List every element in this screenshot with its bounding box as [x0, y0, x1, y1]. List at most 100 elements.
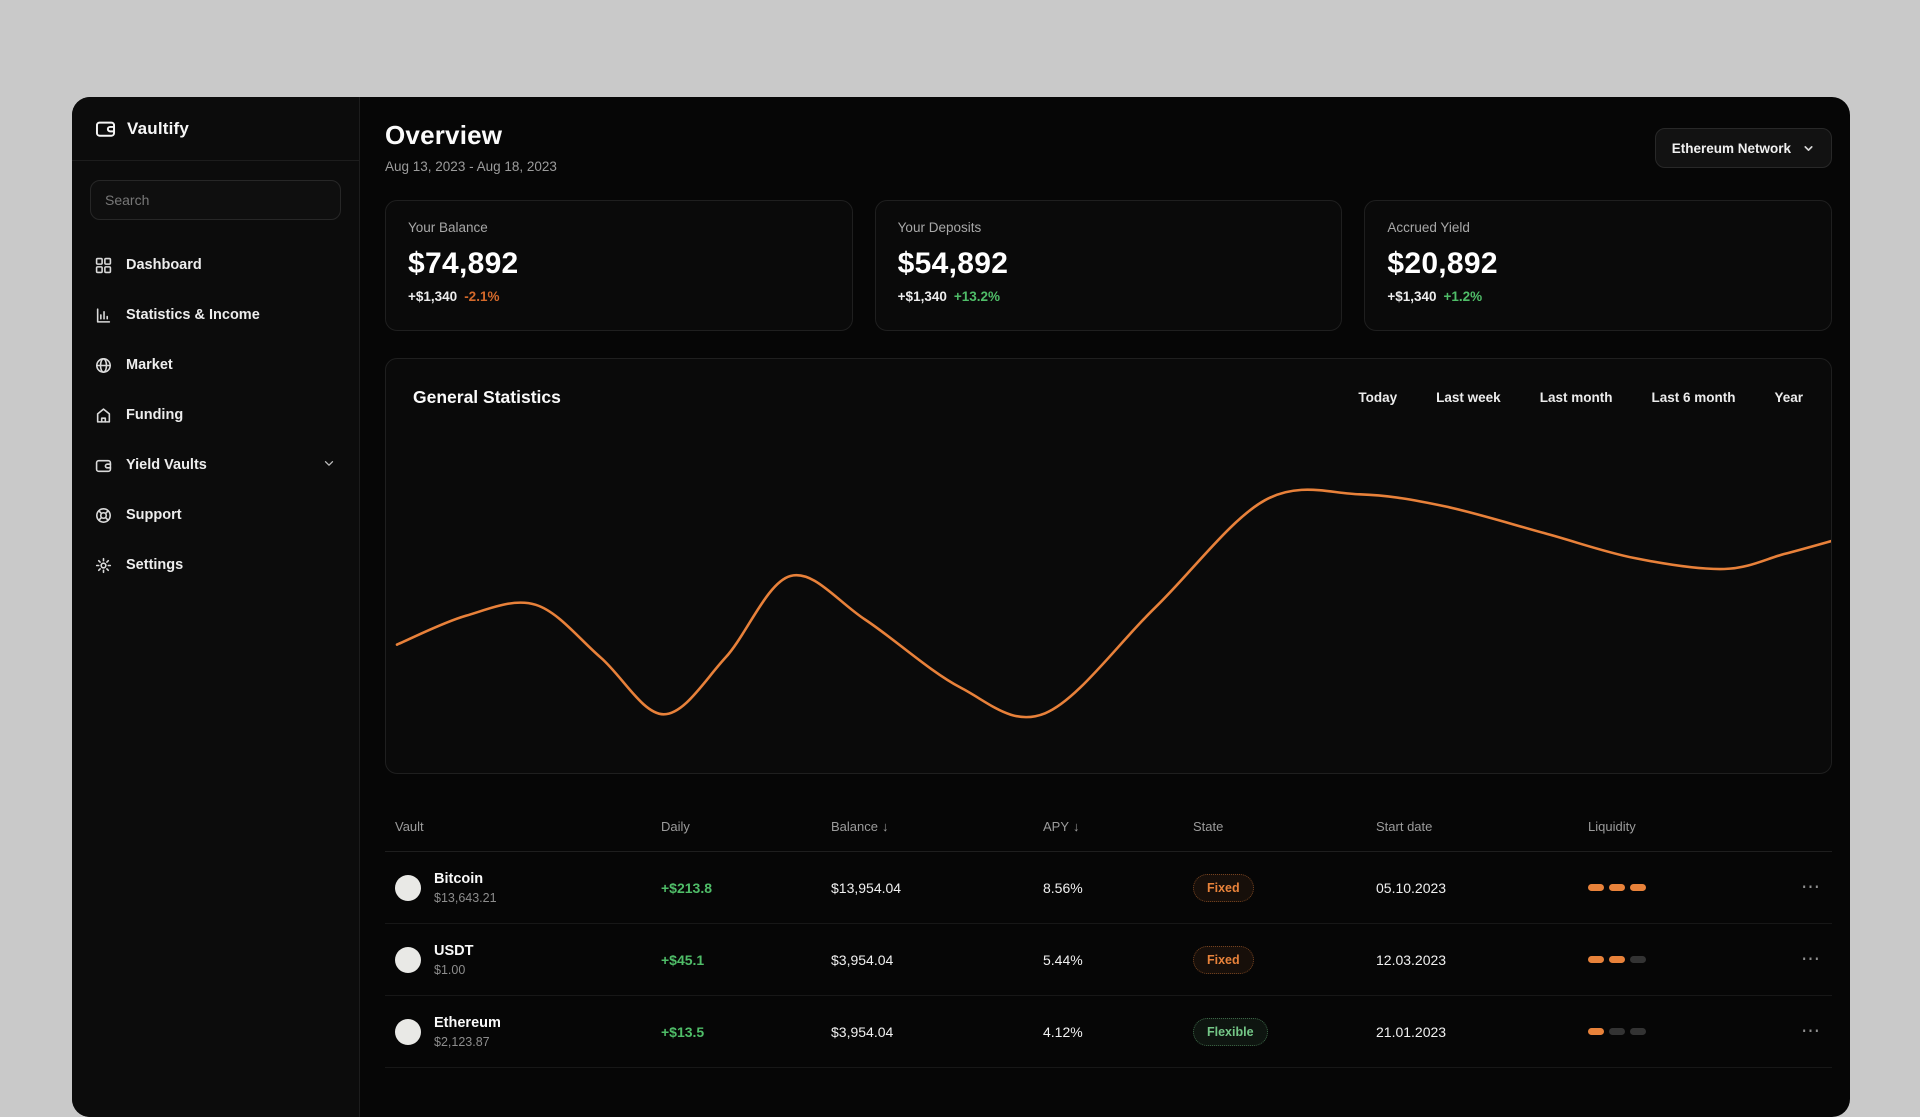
sidebar-item-dashboard[interactable]: Dashboard [90, 240, 341, 290]
row-menu-button[interactable]: ⋯ [1760, 948, 1832, 971]
globe-icon [96, 357, 111, 373]
sidebar: Vaultify Dashboard Statistics & Income [72, 97, 360, 1117]
yield-card: Accrued Yield $20,892 +$1,340 +1.2% [1364, 200, 1833, 331]
page-title: Overview [385, 120, 503, 150]
liquidity-dash [1609, 956, 1625, 963]
general-statistics-panel: General Statistics Today Last week Last … [385, 358, 1832, 774]
liquidity-dash [1630, 956, 1646, 963]
card-label: Accrued Yield [1387, 220, 1470, 235]
table-row-ethereum[interactable]: Ethereum $2,123.87 +$13.5 $3,954.04 4.12… [385, 996, 1832, 1068]
sidebar-item-yield-vaults[interactable]: Yield Vaults [90, 440, 341, 490]
change-percent: +1.2% [1443, 289, 1483, 304]
balance-value: $3,954.04 [831, 1023, 894, 1040]
sidebar-item-settings[interactable]: Settings [90, 540, 341, 590]
vault-price: $13,643.21 [434, 890, 497, 905]
sidebar-item-statistics[interactable]: Statistics & Income [90, 290, 341, 340]
network-selector-button[interactable]: Ethereum Network [1654, 128, 1832, 168]
column-vault: Vault [395, 819, 424, 834]
card-label: Your Balance [408, 220, 488, 235]
app-name: Vaultify [127, 118, 190, 138]
card-value: $74,892 [408, 247, 519, 280]
liquidity-indicator [1588, 956, 1760, 963]
apy-value: 8.56% [1043, 879, 1083, 896]
apy-value: 4.12% [1043, 1023, 1083, 1040]
column-balance-sort[interactable]: Balance ↓ [821, 819, 1033, 834]
wallet-icon [95, 459, 112, 472]
deposits-card: Your Deposits $54,892 +$1,340 +13.2% [874, 200, 1343, 331]
home-icon [96, 407, 111, 423]
coin-avatar [395, 874, 421, 901]
sort-down-icon: ↓ [1073, 819, 1080, 834]
change-amount: +$1,340 [897, 289, 947, 304]
stats-cards: Your Balance $74,892 +$1,340 -2.1% Your D… [385, 200, 1833, 331]
sidebar-item-label: Funding [126, 407, 184, 423]
dashboard-grid-icon [95, 257, 112, 273]
table-row-bitcoin[interactable]: Bitcoin $13,643.21 +$213.8 $13,954.04 8.… [385, 852, 1832, 924]
balance-value: $3,954.04 [831, 951, 894, 968]
start-date: 21.01.2023 [1376, 1023, 1447, 1040]
sidebar-item-label: Support [126, 507, 182, 523]
change-percent: +13.2% [953, 289, 1001, 304]
filter-last-month[interactable]: Last month [1540, 390, 1613, 405]
column-apy-sort[interactable]: APY ↓ [1033, 819, 1183, 834]
sidebar-item-label: Dashboard [126, 257, 202, 273]
sidebar-item-market[interactable]: Market [90, 340, 341, 390]
liquidity-indicator [1588, 884, 1760, 891]
row-menu-button[interactable]: ⋯ [1760, 1020, 1832, 1043]
card-value: $20,892 [1387, 247, 1498, 280]
sort-down-icon: ↓ [881, 819, 889, 834]
gear-icon [95, 557, 112, 573]
search-input[interactable] [90, 180, 341, 220]
sidebar-item-label: Yield Vaults [126, 457, 207, 473]
column-daily: Daily [661, 819, 690, 834]
liquidity-dash [1588, 1028, 1604, 1035]
network-selector-label: Ethereum Network [1671, 140, 1791, 156]
column-state: State [1193, 819, 1224, 834]
table-row-usdt[interactable]: USDT $1.00 +$45.1 $3,954.04 5.44% Fixed … [385, 924, 1832, 996]
table-header: Vault Daily Balance ↓ APY ↓ State Start da… [385, 802, 1832, 852]
apy-value: 5.44% [1043, 951, 1083, 968]
line-chart [395, 488, 1831, 719]
sidebar-item-funding[interactable]: Funding [90, 390, 341, 440]
change-percent: -2.1% [464, 289, 500, 304]
sidebar-item-label: Statistics & Income [126, 307, 260, 323]
state-badge: Flexible [1193, 1017, 1268, 1046]
vault-price: $2,123.87 [434, 1034, 490, 1049]
column-start-date: Start date [1376, 819, 1433, 834]
liquidity-indicator [1588, 1028, 1760, 1035]
coin-avatar [395, 946, 421, 973]
filter-year[interactable]: Year [1774, 390, 1803, 405]
state-badge: Fixed [1193, 873, 1254, 902]
date-range: Aug 13, 2023 - Aug 18, 2023 [385, 159, 557, 174]
change-amount: +$1,340 [1387, 289, 1437, 304]
vault-price: $1.00 [434, 962, 466, 977]
change-amount: +$1,340 [408, 289, 458, 304]
sidebar-item-support[interactable]: Support [90, 490, 341, 540]
liquidity-dash [1630, 1028, 1646, 1035]
row-menu-button[interactable]: ⋯ [1760, 876, 1832, 899]
column-liquidity: Liquidity [1588, 819, 1636, 834]
daily-change: +$45.1 [661, 951, 705, 968]
filter-last-6-month[interactable]: Last 6 month [1651, 390, 1735, 405]
vault-name: USDT [434, 942, 474, 959]
main-content: Overview Aug 13, 2023 - Aug 18, 2023 Eth… [360, 97, 1850, 1117]
filter-last-week[interactable]: Last week [1436, 390, 1501, 405]
daily-change: +$13.5 [661, 1023, 705, 1040]
sidebar-item-label: Settings [126, 557, 184, 573]
filter-today[interactable]: Today [1358, 390, 1397, 405]
sidebar-item-label: Market [126, 357, 173, 373]
vault-name: Ethereum [434, 1014, 501, 1031]
chart-time-filters: Today Last week Last month Last 6 month … [1358, 390, 1803, 405]
balance-value: $13,954.04 [831, 879, 902, 896]
wallet-logo-icon [95, 121, 116, 137]
sidebar-nav: Dashboard Statistics & Income Market Fun… [72, 228, 359, 602]
daily-change: +$213.8 [661, 879, 712, 896]
start-date: 05.10.2023 [1376, 879, 1447, 896]
card-label: Your Deposits [897, 220, 982, 235]
chevron-down-icon[interactable] [322, 456, 336, 474]
liquidity-dash [1609, 1028, 1625, 1035]
balance-card: Your Balance $74,892 +$1,340 -2.1% [385, 200, 853, 331]
vaults-table: Vault Daily Balance ↓ APY ↓ State Start da… [385, 802, 1832, 1068]
chart-title: General Statistics [413, 387, 561, 407]
app-window: Vaultify Dashboard Statistics & Income [72, 97, 1850, 1117]
